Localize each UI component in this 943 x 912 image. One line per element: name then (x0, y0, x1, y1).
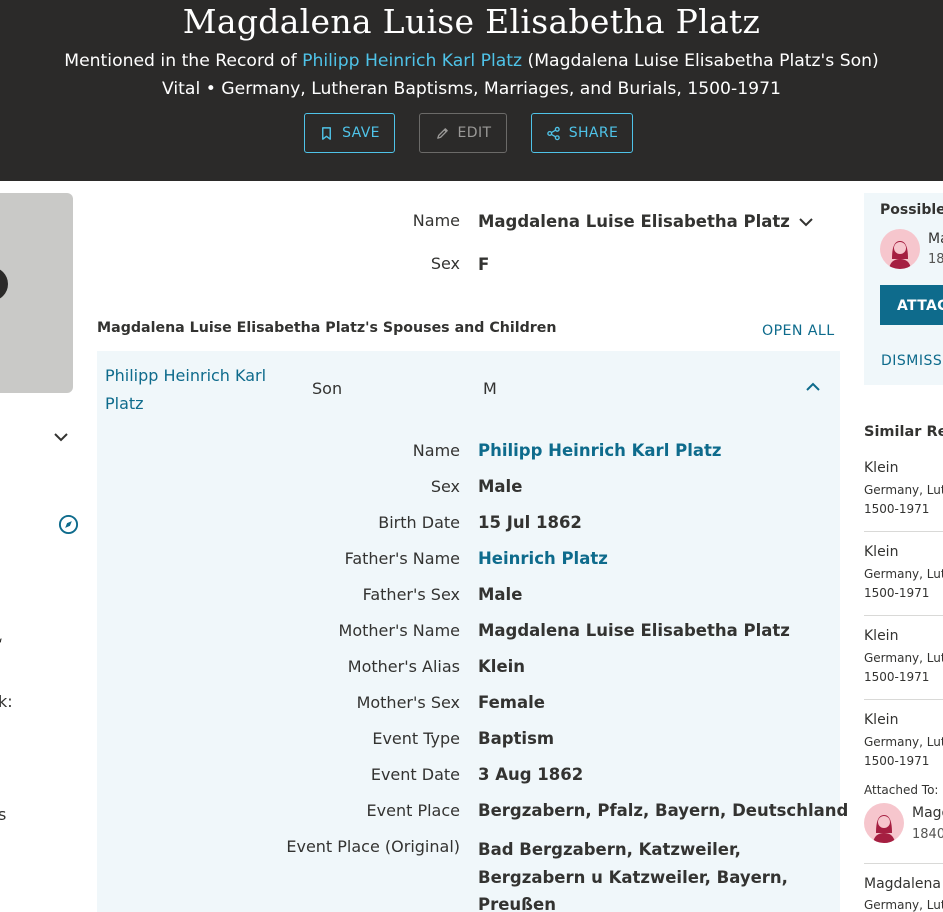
similar-record-collection: Germany, Lut (864, 483, 943, 497)
mention-suffix: (Magdalena Luise Elisabetha Platz's Son) (527, 51, 879, 71)
detail-label: Sex (430, 477, 460, 496)
detail-value-link[interactable]: Heinrich Platz (478, 549, 608, 568)
share-label: SHARE (568, 125, 619, 141)
detail-value: 15 Jul 1862 (478, 513, 582, 532)
compass-icon[interactable] (58, 514, 79, 535)
detail-label: Name (412, 441, 460, 460)
edit-button[interactable]: EDIT (419, 113, 507, 153)
attached-to-label: Attached To: (864, 783, 939, 797)
image-viewer-icon (0, 267, 8, 301)
chevron-up-icon[interactable] (804, 378, 822, 396)
sex-label: Sex (430, 254, 460, 273)
divider (864, 615, 943, 616)
detail-label: Father's Name (344, 549, 460, 568)
female-avatar-icon (864, 803, 904, 843)
family-section-title: Magdalena Luise Elisabetha Platz's Spous… (97, 320, 557, 336)
possible-match-years: 18 (928, 252, 943, 267)
save-button[interactable]: SAVE (304, 113, 395, 153)
similar-record-collection: Germany, Lut (864, 567, 943, 581)
left-text-fragment: ‘ (0, 635, 3, 654)
collection-line: Vital • Germany, Lutheran Baptisms, Marr… (162, 79, 781, 99)
similar-record-years: 1500-1971 (864, 586, 930, 600)
detail-label: Mother's Alias (347, 657, 460, 676)
detail-value: Female (478, 693, 545, 712)
detail-label: Event Place (Original) (286, 837, 460, 856)
detail-value-link[interactable]: Philipp Heinrich Karl Platz (478, 441, 721, 460)
relative-sex: M (483, 379, 497, 398)
open-all-button[interactable]: OPEN ALL (762, 323, 835, 339)
share-button[interactable]: SHARE (531, 113, 633, 153)
detail-label: Father's Sex (362, 585, 460, 604)
detail-value: Klein (478, 657, 526, 676)
attached-person-name[interactable]: Magd (912, 805, 943, 821)
detail-label: Event Type (372, 729, 460, 748)
chevron-down-icon[interactable] (52, 428, 70, 446)
dismiss-button[interactable]: DISMISS (881, 353, 942, 369)
detail-value: Male (478, 477, 523, 496)
attached-person-years: 1840 (912, 827, 943, 842)
pencil-icon (436, 127, 448, 139)
attach-button[interactable]: ATTACH (880, 285, 943, 325)
detail-label: Mother's Name (338, 621, 460, 640)
save-label: SAVE (342, 125, 380, 141)
detail-value: 3 Aug 1862 (478, 765, 584, 784)
similar-record-name[interactable]: Klein (864, 544, 898, 560)
detail-value: Magdalena Luise Elisabetha Platz (478, 621, 790, 640)
left-text-fragment: s (0, 805, 7, 824)
detail-label: Mother's Sex (356, 693, 460, 712)
female-avatar-icon (880, 229, 920, 269)
bookmark-icon (322, 126, 332, 140)
similar-record-years: 1500-1971 (864, 754, 930, 768)
sex-value: F (478, 255, 490, 274)
left-text-fragment: k: (0, 692, 13, 711)
mention-prefix: Mentioned in the Record of (64, 51, 297, 71)
relative-role: Son (312, 379, 343, 398)
detail-value: Male (478, 585, 523, 604)
divider (864, 699, 943, 700)
detail-value: Bad Bergzabern, Katzweiler, Bergzabern u… (478, 840, 788, 912)
name-label: Name (412, 211, 460, 230)
similar-record-name[interactable]: Klein (864, 712, 898, 728)
relative-name-link[interactable]: Philipp Heinrich Karl Platz (105, 362, 285, 418)
detail-value: Baptism (478, 729, 555, 748)
possible-match-name[interactable]: Ma (928, 231, 943, 247)
chevron-down-icon[interactable] (797, 213, 815, 231)
similar-record-name[interactable]: Klein (864, 460, 898, 476)
detail-label: Birth Date (378, 513, 460, 532)
mention-line: Mentioned in the Record of Philipp Heinr… (0, 51, 943, 71)
similar-record-name[interactable]: Magdalena (864, 876, 941, 892)
similar-record-years: 1500-1971 (864, 670, 930, 684)
divider (864, 531, 943, 532)
divider (864, 863, 943, 864)
similar-record-collection: Germany, Lut (864, 898, 943, 912)
principal-record-link[interactable]: Philipp Heinrich Karl Platz (302, 51, 522, 71)
edit-label: EDIT (457, 125, 492, 141)
similar-record-collection: Germany, Lut (864, 651, 943, 665)
share-icon (546, 126, 560, 140)
detail-label: Event Place (366, 801, 460, 820)
similar-record-collection: Germany, Lut (864, 735, 943, 749)
similar-record-name[interactable]: Klein (864, 628, 898, 644)
similar-record-years: 1500-1971 (864, 502, 930, 516)
similar-records-title: Similar Re (864, 424, 943, 440)
detail-label: Event Date (370, 765, 460, 784)
record-header: Magdalena Luise Elisabetha Platz Mention… (0, 0, 943, 181)
name-value: Magdalena Luise Elisabetha Platz (478, 212, 790, 231)
detail-value: Bergzabern, Pfalz, Bayern, Deutschland (478, 801, 849, 820)
possible-match-title: Possible (880, 202, 943, 218)
page-title: Magdalena Luise Elisabetha Platz (182, 2, 761, 41)
record-image-thumbnail[interactable] (0, 193, 73, 393)
